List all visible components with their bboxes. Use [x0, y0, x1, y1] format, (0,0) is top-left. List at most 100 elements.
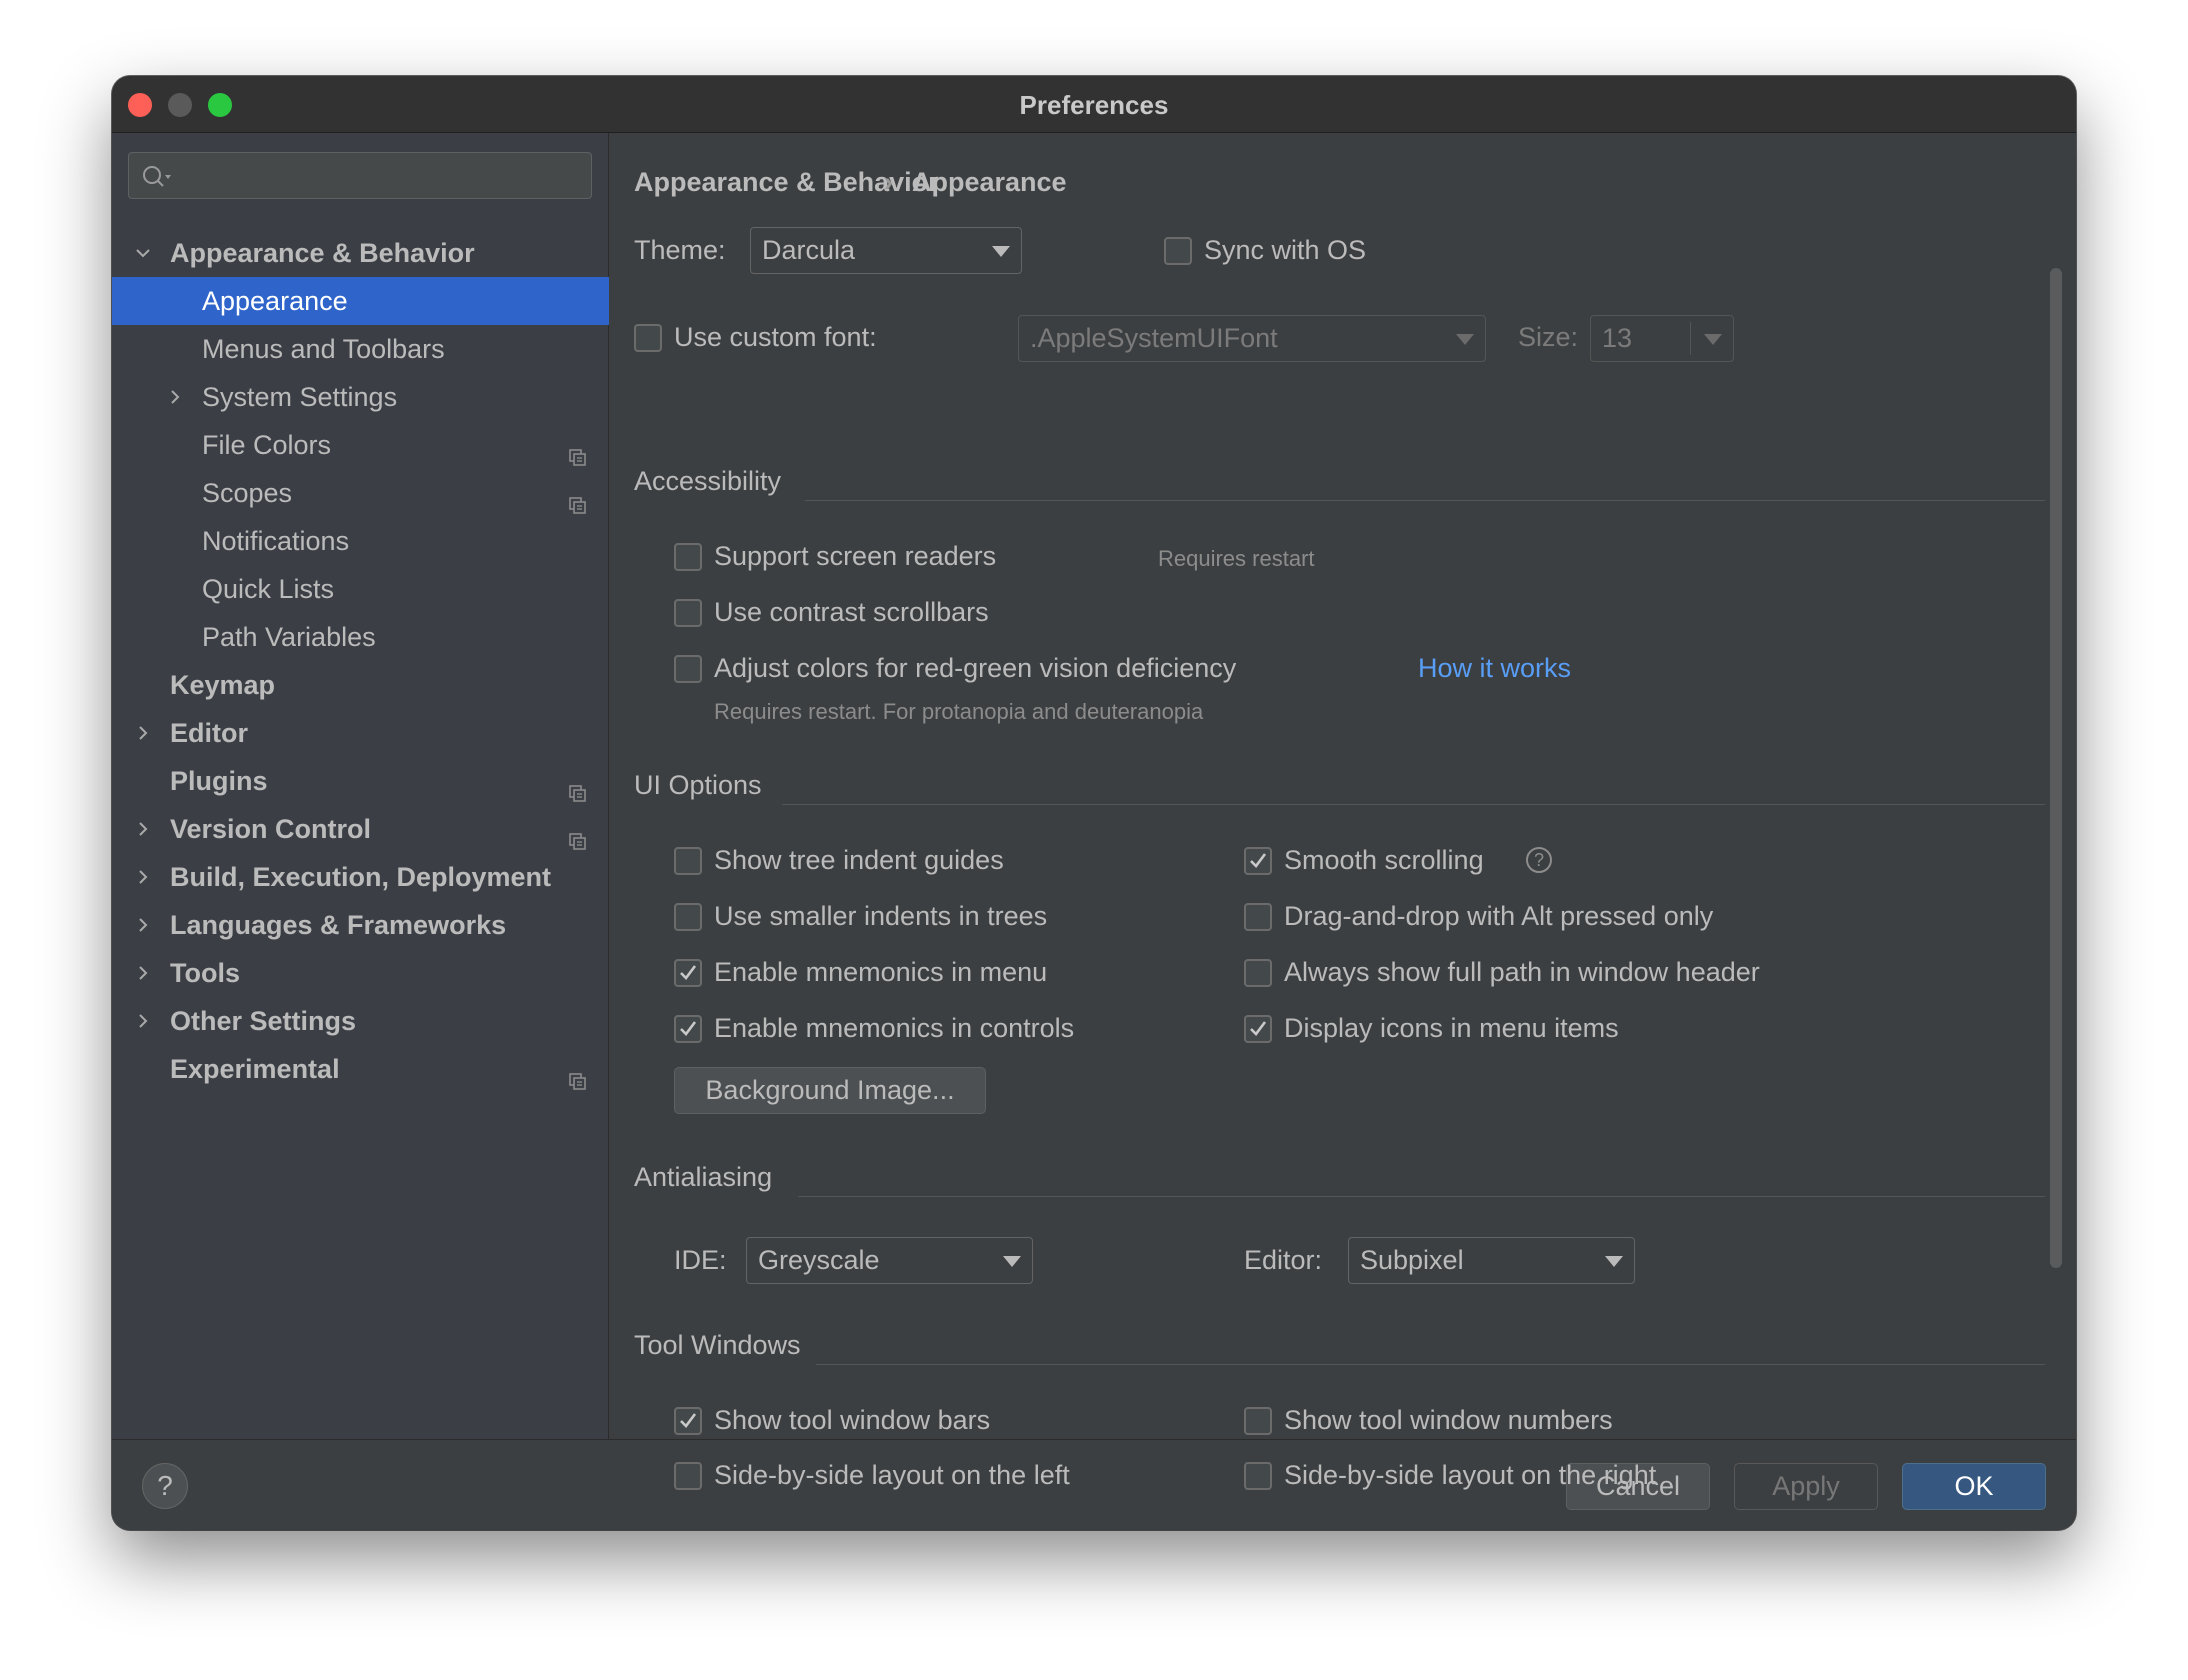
help-button[interactable]: ?	[142, 1463, 188, 1509]
sidebar-item-label: Path Variables	[202, 622, 376, 652]
sidebar-item-label: Scopes	[202, 478, 293, 508]
sidebar-item-languages-frameworks[interactable]: Languages & Frameworks	[112, 901, 609, 949]
sidebar-item-experimental[interactable]: Experimental	[112, 1045, 609, 1093]
full-path-header-label: Always show full path in window header	[1284, 957, 1760, 987]
chevron-right-icon[interactable]	[134, 901, 152, 934]
smaller-indents-label: Use smaller indents in trees	[714, 901, 1048, 931]
drag-drop-alt-checkbox[interactable]	[1244, 903, 1272, 931]
section-divider	[798, 1196, 2045, 1197]
apply-button[interactable]: Apply	[1734, 1463, 1878, 1510]
breadcrumb-current: Appearance	[912, 167, 1067, 197]
sidebar-item-label: System Settings	[202, 382, 398, 412]
sidebar-item-label: Keymap	[170, 670, 276, 700]
chevron-down-icon[interactable]	[134, 229, 152, 262]
sidebar-item-label: Experimental	[170, 1054, 340, 1084]
checkmark-icon	[680, 1413, 697, 1428]
ide-antialiasing-label: IDE:	[674, 1245, 727, 1275]
sidebar-item-appearance-behavior[interactable]: Appearance & Behavior	[112, 229, 609, 277]
smooth-scrolling-checkbox[interactable]	[1244, 847, 1272, 875]
tool-windows-section-title: Tool Windows	[634, 1330, 801, 1360]
sidebar-item-path-variables[interactable]: Path Variables	[112, 613, 609, 661]
title-bar: Preferences	[112, 76, 2076, 133]
side-by-side-left-checkbox[interactable]	[674, 1462, 702, 1490]
mnemonics-controls-checkbox[interactable]	[674, 1015, 702, 1043]
sidebar-item-label: Other Settings	[170, 1006, 357, 1036]
sidebar-item-quick-lists[interactable]: Quick Lists	[112, 565, 609, 613]
project-level-icon	[568, 1059, 588, 1107]
settings-panel: Appearance & Behavior › Appearance Theme…	[610, 133, 2076, 1439]
mnemonics-menu-checkbox[interactable]	[674, 959, 702, 987]
contrast-scrollbars-checkbox[interactable]	[674, 599, 702, 627]
show-tool-window-bars-checkbox[interactable]	[674, 1407, 702, 1435]
icons-in-menu-label: Display icons in menu items	[1284, 1013, 1619, 1043]
chevron-right-icon[interactable]	[134, 853, 152, 886]
sidebar-item-label: File Colors	[202, 430, 332, 460]
preferences-window: Preferences Appearance & Behavior Appear…	[112, 76, 2076, 1530]
sidebar-item-label: Version Control	[170, 814, 372, 844]
sidebar-item-build-execution-deployment[interactable]: Build, Execution, Deployment	[112, 853, 609, 901]
smaller-indents-checkbox[interactable]	[674, 903, 702, 931]
theme-value: Darcula	[762, 235, 856, 265]
sidebar-item-label: Languages & Frameworks	[170, 910, 507, 940]
sidebar-item-label: Quick Lists	[202, 574, 335, 604]
checkmark-icon	[1250, 1021, 1267, 1036]
editor-antialiasing-value: Subpixel	[1360, 1245, 1464, 1275]
icons-in-menu-checkbox[interactable]	[1244, 1015, 1272, 1043]
side-by-side-right-checkbox[interactable]	[1244, 1462, 1272, 1490]
search-icon	[143, 166, 171, 187]
window-title: Preferences	[1019, 90, 1169, 120]
help-icon[interactable]: ?	[1526, 847, 1552, 873]
editor-antialiasing-dropdown[interactable]: Subpixel	[1348, 1237, 1635, 1284]
font-size-label: Size:	[1518, 322, 1579, 352]
background-image-button[interactable]: Background Image...	[674, 1067, 986, 1114]
dropdown-arrow-icon	[1003, 1256, 1021, 1267]
sidebar-item-label: Plugins	[170, 766, 268, 796]
font-size-combobox[interactable]: 13	[1590, 315, 1734, 362]
sidebar-item-plugins[interactable]: Plugins	[112, 757, 609, 805]
chevron-right-icon[interactable]	[166, 373, 184, 406]
smooth-scrolling-label: Smooth scrolling	[1284, 845, 1484, 875]
side-by-side-left-label: Side-by-side layout on the left	[714, 1460, 1070, 1490]
chevron-right-icon[interactable]	[134, 805, 152, 838]
sync-os-checkbox[interactable]	[1164, 237, 1192, 265]
sidebar-item-system-settings[interactable]: System Settings	[112, 373, 609, 421]
theme-dropdown[interactable]: Darcula	[750, 227, 1022, 274]
ide-antialiasing-dropdown[interactable]: Greyscale	[746, 1237, 1033, 1284]
sidebar-item-label: Appearance & Behavior	[170, 238, 475, 268]
how-it-works-link[interactable]: How it works	[1418, 651, 1571, 685]
full-path-header-checkbox[interactable]	[1244, 959, 1272, 987]
vertical-scrollbar[interactable]	[2050, 268, 2062, 1268]
chevron-right-icon[interactable]	[134, 949, 152, 982]
sidebar-item-label: Notifications	[202, 526, 350, 556]
show-tool-window-numbers-checkbox[interactable]	[1244, 1407, 1272, 1435]
screen-readers-hint: Requires restart	[1158, 546, 1315, 571]
sidebar-item-appearance[interactable]: Appearance	[112, 277, 609, 325]
theme-label: Theme:	[634, 235, 726, 265]
font-dropdown[interactable]: .AppleSystemUIFont	[1018, 315, 1486, 362]
sidebar-item-editor[interactable]: Editor	[112, 709, 609, 757]
sidebar-item-file-colors[interactable]: File Colors	[112, 421, 609, 469]
sidebar-item-menus-toolbars[interactable]: Menus and Toolbars	[112, 325, 609, 373]
sidebar-item-keymap[interactable]: Keymap	[112, 661, 609, 709]
sidebar-item-scopes[interactable]: Scopes	[112, 469, 609, 517]
custom-font-checkbox[interactable]	[634, 324, 662, 352]
sidebar-item-other-settings[interactable]: Other Settings	[112, 997, 609, 1045]
chevron-right-icon[interactable]	[134, 997, 152, 1030]
sidebar-item-tools[interactable]: Tools	[112, 949, 609, 997]
section-divider	[782, 804, 2045, 805]
sidebar-item-notifications[interactable]: Notifications	[112, 517, 609, 565]
section-divider	[816, 1364, 2045, 1365]
screen-readers-checkbox[interactable]	[674, 543, 702, 571]
accessibility-section-title: Accessibility	[634, 466, 782, 496]
sidebar-item-version-control[interactable]: Version Control	[112, 805, 609, 853]
chevron-right-icon[interactable]	[134, 709, 152, 742]
ok-button[interactable]: OK	[1902, 1463, 2046, 1510]
checkmark-icon	[680, 965, 697, 980]
search-input[interactable]	[128, 152, 592, 199]
show-tool-window-bars-label: Show tool window bars	[714, 1405, 991, 1435]
red-green-checkbox[interactable]	[674, 655, 702, 683]
sync-os-label: Sync with OS	[1204, 235, 1367, 265]
side-by-side-right-label: Side-by-side layout on the right	[1284, 1460, 1657, 1490]
tree-indent-guides-checkbox[interactable]	[674, 847, 702, 875]
dropdown-arrow-icon	[1704, 334, 1722, 345]
